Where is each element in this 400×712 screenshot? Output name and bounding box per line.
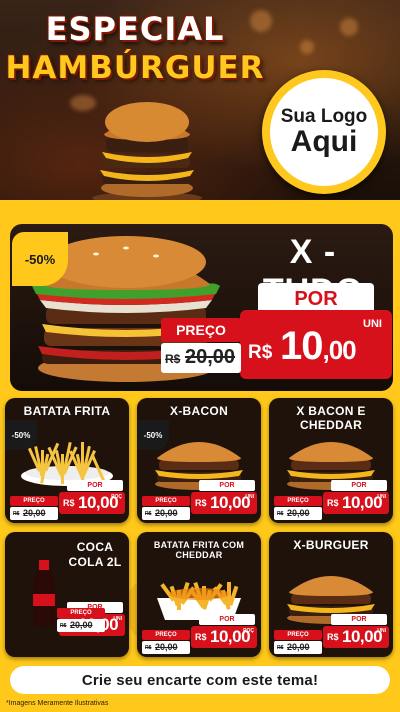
product-old-currency: R$ bbox=[145, 645, 152, 651]
product-old-currency: R$ bbox=[13, 511, 20, 517]
product-old-price: 20,00 bbox=[70, 620, 93, 630]
product-price-box: R$ 10,00 UNI bbox=[191, 492, 257, 514]
bokeh-light bbox=[340, 18, 358, 36]
featured-price-box: UNI R$ 10,00 bbox=[240, 310, 392, 379]
product-unit-label: UNI bbox=[245, 494, 254, 500]
disclaimer-text: *Imagens Meramente Ilustrativas bbox=[6, 700, 109, 707]
logo-placeholder-badge: Sua Logo Aqui bbox=[262, 70, 386, 194]
title-especial: ESPECIAL bbox=[45, 10, 225, 48]
product-por-label: POR bbox=[331, 614, 387, 625]
featured-discount-badge: -50% bbox=[12, 232, 68, 286]
flyer-page: ESPECIAL HAMBÚRGUER Sua Logo Aqui -50% X… bbox=[0, 0, 400, 712]
featured-price: 10,00 bbox=[280, 324, 357, 369]
product-card-title: X-BACON bbox=[169, 404, 229, 418]
featured-old-price-box: R$ 20,00 bbox=[161, 343, 241, 373]
product-old-currency: R$ bbox=[277, 511, 284, 517]
product-old-price: 20,00 bbox=[287, 642, 310, 652]
header-burger-image bbox=[92, 102, 202, 204]
featured-price-int: 10 bbox=[280, 324, 323, 368]
product-old-price-box: R$ 20,00 bbox=[142, 507, 190, 520]
product-currency: R$ bbox=[195, 498, 207, 508]
product-unit-label: UNI bbox=[113, 616, 122, 622]
product-price: 10,00 bbox=[342, 627, 383, 646]
product-old-price: 20,00 bbox=[155, 642, 178, 652]
product-price-box: R$ 10,00 POÇ bbox=[59, 492, 125, 514]
product-card: BATATA FRITA COM CHEDDAR POR R$ 10,00 PO… bbox=[137, 532, 261, 657]
featured-price-dec: ,00 bbox=[322, 335, 357, 365]
product-unit-label: UNI bbox=[377, 494, 386, 500]
product-preco-label: PREÇO bbox=[142, 496, 190, 506]
featured-currency: R$ bbox=[248, 342, 273, 363]
product-price: 10,00 bbox=[342, 493, 383, 512]
product-old-price-box: R$ 20,00 bbox=[142, 641, 190, 654]
product-old-currency: R$ bbox=[277, 645, 284, 651]
product-unit-label: POÇ bbox=[111, 494, 122, 500]
product-card-title: X-BURGUER bbox=[293, 538, 369, 552]
header-banner: ESPECIAL HAMBÚRGUER Sua Logo Aqui bbox=[0, 0, 400, 205]
product-card-title: BATATA FRITA bbox=[23, 404, 111, 418]
product-currency: R$ bbox=[327, 632, 339, 642]
product-discount-badge: -50% bbox=[5, 420, 37, 450]
product-discount-badge: -50% bbox=[137, 420, 169, 450]
featured-old-price: 20,00 bbox=[185, 346, 236, 368]
product-por-label: POR bbox=[67, 480, 123, 491]
product-price-box: R$ 10,00 UNI bbox=[323, 626, 389, 648]
featured-unit-label: UNI bbox=[363, 318, 382, 330]
cta-banner[interactable]: Crie seu encarte com este tema! bbox=[10, 666, 390, 694]
logo-text-line1: Sua Logo bbox=[280, 105, 368, 127]
product-por-label: POR bbox=[331, 480, 387, 491]
product-old-price-box: R$ 20,00 bbox=[274, 641, 322, 654]
product-currency: R$ bbox=[195, 632, 207, 642]
product-currency: R$ bbox=[63, 498, 75, 508]
product-old-price: 20,00 bbox=[155, 508, 178, 518]
product-old-currency: R$ bbox=[145, 511, 152, 517]
product-unit-label: POÇ bbox=[243, 628, 254, 634]
product-preco-label: PREÇO bbox=[10, 496, 58, 506]
product-unit-label: UNI bbox=[377, 628, 386, 634]
title-hamburguer: HAMBÚRGUER bbox=[5, 50, 265, 86]
logo-inner-circle: Sua Logo Aqui bbox=[270, 78, 378, 186]
logo-text-line2: Aqui bbox=[290, 124, 358, 158]
product-old-price: 20,00 bbox=[23, 508, 46, 518]
product-por-label: POR bbox=[199, 614, 255, 625]
product-old-price-box: R$ 20,00 bbox=[274, 507, 322, 520]
product-old-price-box: R$ 20,00 bbox=[57, 619, 105, 632]
product-old-price: 20,00 bbox=[287, 508, 310, 518]
product-preco-label: PREÇO bbox=[274, 630, 322, 640]
product-price: 10,00 bbox=[210, 493, 251, 512]
product-preco-label: PREÇO bbox=[57, 608, 105, 618]
product-por-label: POR bbox=[199, 480, 255, 491]
product-card: X BACON E CHEDDAR POR R$ 10,00 UNI PREÇO… bbox=[269, 398, 393, 523]
featured-old-currency: R$ bbox=[165, 352, 181, 366]
product-card: X-BACON -50% POR R$ 10,00 UNI PREÇO R$ 2… bbox=[137, 398, 261, 523]
product-preco-label: PREÇO bbox=[142, 630, 190, 640]
product-old-price-box: R$ 20,00 bbox=[10, 507, 58, 520]
bokeh-light bbox=[300, 40, 314, 54]
product-price-box: R$ 10,00 POÇ bbox=[191, 626, 257, 648]
product-currency: R$ bbox=[327, 498, 339, 508]
product-card: X-BURGUER POR R$ 10,00 UNI PREÇO R$ 20,0… bbox=[269, 532, 393, 657]
product-card: BATATA FRITA -50% POR R$ 10,00 POÇ PREÇO… bbox=[5, 398, 129, 523]
featured-preco-label: PREÇO bbox=[161, 318, 241, 342]
product-preco-label: PREÇO bbox=[274, 496, 322, 506]
product-price-box: R$ 10,00 UNI bbox=[323, 492, 389, 514]
product-old-currency: R$ bbox=[60, 623, 67, 629]
product-card: COCA COLA 2L POR R$ 10,00 UNI PREÇO R$ 2… bbox=[5, 532, 129, 657]
